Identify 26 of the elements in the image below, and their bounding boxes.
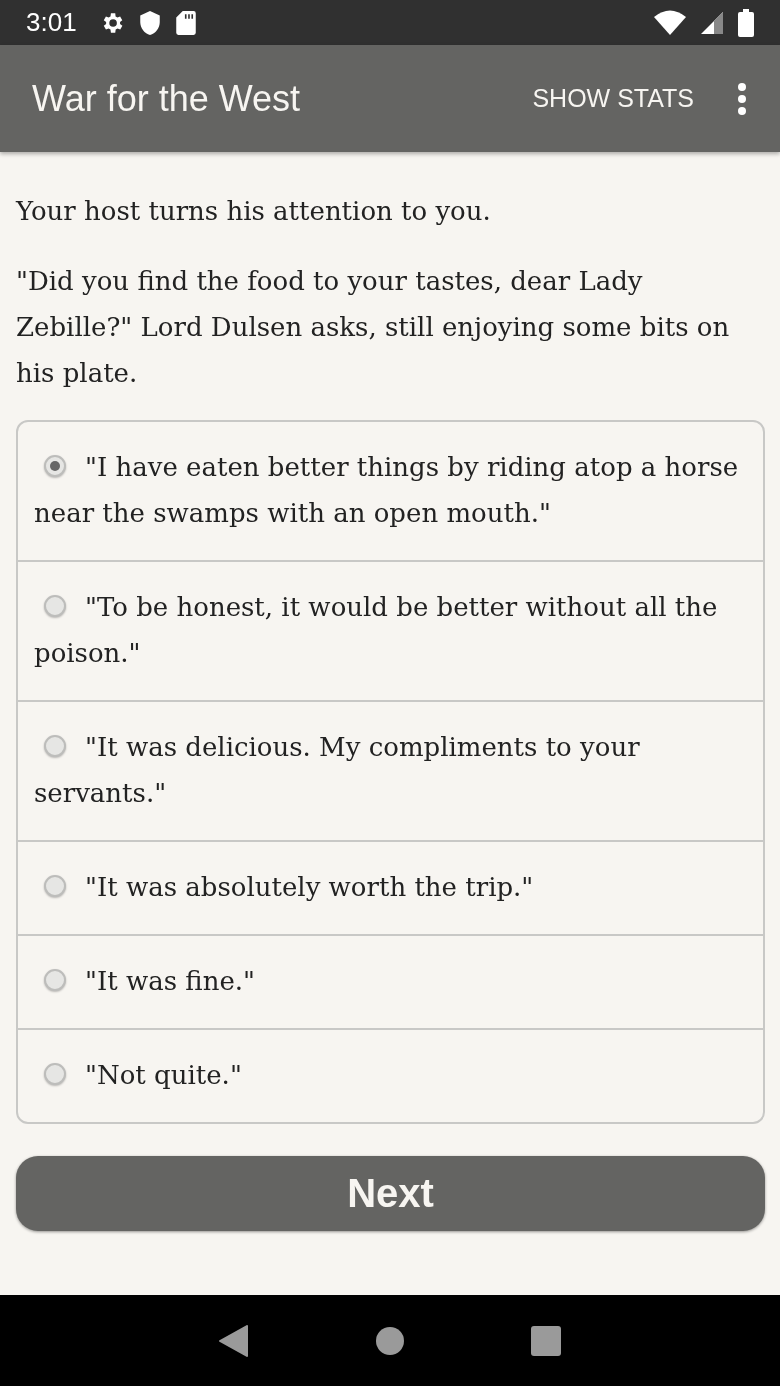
app-title: War for the West [32,77,301,120]
radio-button[interactable] [44,969,66,991]
choice-option[interactable]: "It was delicious. My compliments to your servants." [18,700,763,840]
recents-icon[interactable] [531,1325,562,1356]
menu-icon[interactable] [736,82,748,115]
choice-option[interactable]: "It was absolutely worth the trip." [18,840,763,934]
radio-button[interactable] [44,1063,66,1085]
choice-option[interactable]: "To be honest, it would be better without all the poison." [18,560,763,700]
choice-option[interactable]: "Not quite." [18,1028,763,1122]
radio-button[interactable] [44,875,66,897]
status-time: 3:01 [26,7,77,38]
back-icon[interactable] [218,1324,249,1357]
next-button[interactable]: Next [16,1156,765,1231]
show-stats-button[interactable]: SHOW STATS [532,84,694,113]
story-paragraph: Your host turns his attention to you. [16,195,492,228]
battery-icon [738,8,754,37]
wifi-icon [654,9,686,36]
radio-button[interactable] [44,735,66,757]
sd-card-icon [174,9,197,36]
choice-option[interactable]: "I have eaten better things by riding atop a horse near the swamps with an open mouth." [18,422,763,560]
shield-icon [138,9,161,36]
home-icon[interactable] [376,1326,404,1355]
choice-option[interactable]: "It was fine." [18,934,763,1028]
radio-button[interactable] [44,595,66,617]
story-paragraph: "Did you find the food to your tastes, dear Lady Zebille?" Lord Dulsen asks, still enjoying some bits on his plate. [16,265,731,390]
radio-button[interactable] [44,455,66,477]
